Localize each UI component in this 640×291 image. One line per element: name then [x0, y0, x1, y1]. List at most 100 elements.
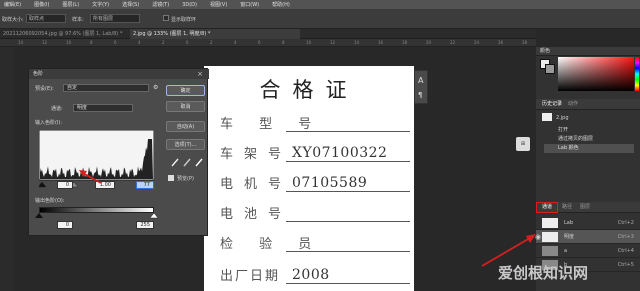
channel-select[interactable]: 明度 — [73, 104, 133, 112]
tab-history[interactable]: 历史记录 — [542, 100, 562, 109]
menu-help[interactable]: 帮助(H) — [272, 1, 290, 8]
sample-select[interactable]: 所有图层 — [90, 14, 140, 23]
properties-mini-panel[interactable]: A ¶ — [414, 70, 428, 104]
output-black-field[interactable]: 0 — [57, 221, 73, 229]
manufacture-date-value: 2008 — [292, 267, 330, 283]
menu-type[interactable]: 文字(Y) — [92, 1, 109, 8]
black-eyedropper-icon[interactable] — [171, 158, 179, 167]
row-underline — [286, 131, 410, 132]
preview-label: 预览(P) — [177, 176, 194, 182]
auto-button[interactable]: 自动(A) — [166, 121, 205, 132]
row-label: 车架号 — [220, 147, 293, 162]
menu-3d[interactable]: 3D(D) — [182, 2, 197, 8]
preview-checkbox[interactable] — [168, 175, 174, 181]
frame-number-value: XY07100322 — [292, 145, 388, 161]
ruler-tick-label: 12 — [42, 40, 48, 45]
tab-channels[interactable]: 通道 — [536, 202, 558, 213]
close-icon[interactable]: × — [197, 69, 203, 79]
sample-label: 样本: — [72, 17, 84, 23]
input-levels-label: 输入色阶(I): — [35, 120, 63, 126]
options-bar: 取样大小: 取样点 样本: 所有图层 显示取样环 — [0, 9, 640, 29]
output-white-field[interactable]: 255 — [136, 221, 154, 229]
show-ring-label: 显示取样环 — [171, 17, 197, 23]
preset-select[interactable]: 自定 — [63, 84, 149, 92]
form-row: 检 验 员 — [220, 234, 410, 254]
tab-doc-2[interactable]: 2.jpg @ 133% (图层 1, 明度/8) * — [130, 29, 300, 39]
channel-row-lab[interactable]: Lab Ctrl+2 — [536, 216, 640, 230]
row-label: 检 验 员 — [220, 237, 323, 252]
ruler-tick-label: 14 — [18, 40, 24, 45]
menu-edit[interactable]: 编辑(E) — [4, 1, 21, 8]
options-button[interactable]: 选项(T)... — [166, 139, 205, 150]
gray-eyedropper-icon[interactable] — [183, 158, 191, 167]
ruler-tick-label: 10 — [306, 40, 312, 45]
channel-row-a[interactable]: a Ctrl+4 — [536, 244, 640, 258]
horizontal-ruler: 14 12 10 8 6 4 2 0 2 4 6 8 10 12 14 16 18 20 22 24 26 28 — [0, 39, 536, 47]
tab-doc-1[interactable]: 20211206092054.jpg @ 97.6% (图层 1, Lab/8)… — [0, 29, 128, 39]
ok-button[interactable]: 确定 — [166, 85, 205, 96]
color-panel-header: 颜色 — [536, 47, 640, 56]
show-ring-checkbox[interactable] — [163, 15, 169, 21]
preset-gear-icon[interactable]: ⚙ — [153, 84, 158, 91]
preset-label: 预设(E): — [35, 86, 54, 92]
input-black-field[interactable]: 0 — [57, 181, 73, 189]
output-slider[interactable] — [35, 213, 159, 219]
tab-actions[interactable]: 动作 — [568, 100, 578, 109]
history-item[interactable]: Lab 颜色 — [544, 144, 634, 153]
channel-row-lightness[interactable]: ◉ 明度 Ctrl+3 — [535, 230, 640, 244]
menu-filter[interactable]: 滤镜(T) — [152, 1, 169, 8]
channels-panel-header: 通道 路径 图层 — [536, 202, 640, 213]
ruler-tick-label: 14 — [354, 40, 360, 45]
document-tabs: 20211206092054.jpg @ 97.6% (图层 1, Lab/8)… — [0, 29, 536, 39]
menu-image[interactable]: 图像(I) — [34, 1, 49, 8]
ruler-tick-label: 8 — [282, 40, 285, 45]
levels-dialog: 色阶 × 预设(E): 自定 ⚙ 通道: 明度 输入色阶(I): 0 1.00 … — [28, 68, 209, 236]
input-white-field[interactable]: 77 — [136, 181, 154, 189]
background-swatch[interactable] — [545, 64, 555, 74]
character-icon[interactable]: A¶ — [415, 71, 427, 103]
ruler-tick-label: 24 — [474, 40, 480, 45]
channel-thumbnail — [542, 218, 558, 228]
hue-slider[interactable] — [635, 57, 639, 91]
history-item[interactable]: 打开 — [544, 126, 634, 135]
navigator-icon[interactable]: ⊞ — [516, 137, 530, 151]
tab-layers[interactable]: 图层 — [580, 203, 590, 212]
ruler-tick-label: 12 — [330, 40, 336, 45]
menu-layer[interactable]: 图层(L) — [62, 1, 79, 8]
channel-thumbnail — [542, 246, 558, 256]
form-row: 出厂日期 2008 — [220, 266, 410, 286]
ruler-tick-label: 6 — [114, 40, 117, 45]
eyedropper-group — [171, 158, 203, 167]
output-levels-label: 输出色阶(O): — [35, 198, 65, 204]
row-label: 车 型 号 — [220, 117, 323, 132]
ruler-tick-label: 22 — [450, 40, 456, 45]
svg-text:A: A — [418, 76, 424, 85]
cancel-button[interactable]: 取消 — [166, 101, 205, 112]
right-panels: 颜色 历史记录 动作 2.jpg 打开 通过拷贝的图层 Lab 颜色 通道 路径… — [535, 47, 640, 291]
history-item[interactable]: 通过拷贝的图层 — [544, 135, 634, 144]
ruler-tick-label: 4 — [234, 40, 237, 45]
ruler-tick-label: 6 — [258, 40, 261, 45]
ruler-tick-label: 2 — [210, 40, 213, 45]
motor-number-value: 07105589 — [292, 175, 368, 191]
ruler-tick-label: 20 — [426, 40, 432, 45]
sample-size-select[interactable]: 取样点 — [26, 14, 66, 23]
tab-paths[interactable]: 路径 — [562, 203, 572, 212]
menu-select[interactable]: 选择(S) — [122, 1, 139, 8]
color-field[interactable] — [558, 57, 634, 91]
menu-bar: 编辑(E) 图像(I) 图层(L) 文字(Y) 选择(S) 滤镜(T) 3D(D… — [0, 0, 640, 9]
row-label: 电池号 — [220, 207, 293, 222]
tool-bar[interactable] — [0, 47, 14, 291]
ruler-tick-label: 26 — [498, 40, 504, 45]
color-panel-title: 颜色 — [540, 48, 551, 54]
document-canvas[interactable]: 合格证 车 型 号 车架号 XY07100322 电机号 07105589 电池… — [204, 66, 414, 291]
history-snapshot-label[interactable]: 2.jpg — [556, 115, 569, 121]
ruler-tick-label: 4 — [138, 40, 141, 45]
black-point-handle[interactable] — [39, 181, 47, 188]
svg-text:¶: ¶ — [418, 91, 422, 99]
menu-window[interactable]: 窗口(W) — [240, 1, 259, 8]
row-underline — [286, 191, 410, 192]
menu-view[interactable]: 视图(V) — [210, 1, 227, 8]
ruler-tick-label: 10 — [66, 40, 72, 45]
white-eyedropper-icon[interactable] — [195, 158, 203, 167]
